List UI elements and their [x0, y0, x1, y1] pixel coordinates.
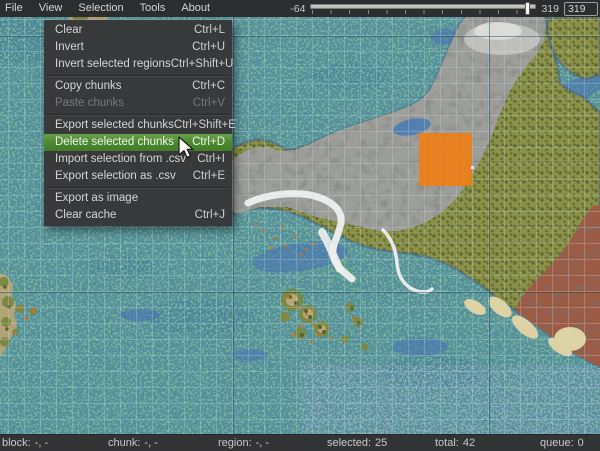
status-label: total:: [435, 437, 459, 449]
status-value: 25: [375, 437, 387, 449]
slider-thumb[interactable]: [525, 2, 530, 15]
status-value: 42: [463, 437, 475, 449]
menu-item-label: Import selection from .csv: [55, 151, 186, 168]
status-label: block:: [2, 437, 31, 449]
menu-item-invert[interactable]: Invert Ctrl+U: [44, 39, 232, 56]
menu-item-paste-chunks: Paste chunks Ctrl+V: [44, 95, 232, 112]
menu-separator: [45, 187, 231, 188]
menu-separator: [45, 114, 231, 115]
status-value: -, -: [35, 437, 48, 449]
menu-selection[interactable]: Selection: [70, 0, 131, 17]
map-marker: [471, 166, 474, 169]
status-label: selected:: [327, 437, 371, 449]
y-level-slider-group: -64 319: [290, 0, 598, 17]
selection-highlight[interactable]: [419, 133, 472, 186]
status-value: -, -: [144, 437, 157, 449]
menu-item-invert-selected-regions[interactable]: Invert selected regions Ctrl+Shift+U: [44, 56, 232, 73]
status-value: -, -: [256, 437, 269, 449]
menu-tools[interactable]: Tools: [132, 0, 174, 17]
slider-value-label: 319: [541, 3, 559, 15]
menu-item-shortcut: Ctrl+Shift+U: [171, 56, 234, 73]
menu-item-shortcut: Ctrl+D: [192, 134, 225, 151]
menu-item-export-selected-chunks[interactable]: Export selected chunks Ctrl+Shift+E: [44, 117, 232, 134]
menu-view[interactable]: View: [31, 0, 71, 17]
menu-item-shortcut: Ctrl+C: [192, 78, 225, 95]
menu-file[interactable]: File: [0, 0, 31, 17]
selection-dropdown-menu: Clear Ctrl+L Invert Ctrl+U Invert select…: [44, 20, 232, 226]
menu-item-shortcut: Ctrl+Shift+E: [174, 117, 236, 134]
menu-item-label: Export selection as .csv: [55, 168, 176, 185]
slider-ticks: [312, 10, 534, 14]
menu-item-clear[interactable]: Clear Ctrl+L: [44, 22, 232, 39]
status-chunk: chunk: -, -: [108, 435, 158, 451]
status-value: 0: [578, 437, 584, 449]
menu-item-label: Clear cache: [55, 207, 116, 224]
slider-min-label: -64: [290, 3, 305, 15]
menu-item-delete-selected-chunks[interactable]: Delete selected chunks Ctrl+D: [44, 134, 232, 151]
status-queue: queue: 0: [540, 435, 584, 451]
status-bar: block: -, - chunk: -, - region: -, - select…: [0, 434, 600, 451]
y-level-input[interactable]: [564, 2, 598, 16]
status-block: block: -, -: [2, 435, 48, 451]
status-total: total: 42: [435, 435, 475, 451]
menu-item-shortcut: Ctrl+U: [192, 39, 225, 56]
menu-item-shortcut: Ctrl+J: [195, 207, 225, 224]
status-label: region:: [218, 437, 252, 449]
status-label: queue:: [540, 437, 574, 449]
status-selected: selected: 25: [327, 435, 387, 451]
menu-item-label: Delete selected chunks: [55, 134, 174, 151]
menu-item-label: Invert selected regions: [55, 56, 171, 73]
menu-item-label: Export selected chunks: [55, 117, 174, 134]
status-label: chunk:: [108, 437, 140, 449]
menu-separator: [45, 75, 231, 76]
menu-item-label: Export as image: [55, 190, 138, 207]
menu-item-export-as-image[interactable]: Export as image: [44, 190, 232, 207]
menu-item-label: Paste chunks: [55, 95, 124, 112]
menu-item-shortcut: Ctrl+E: [193, 168, 225, 185]
menu-item-shortcut: Ctrl+I: [197, 151, 225, 168]
menu-item-label: Copy chunks: [55, 78, 121, 95]
menu-item-shortcut: Ctrl+L: [194, 22, 225, 39]
slider-track[interactable]: [310, 4, 536, 9]
menu-item-clear-cache[interactable]: Clear cache Ctrl+J: [44, 207, 232, 224]
menu-item-label: Clear: [55, 22, 82, 39]
status-region: region: -, -: [218, 435, 269, 451]
menu-item-import-selection-from-csv[interactable]: Import selection from .csv Ctrl+I: [44, 151, 232, 168]
menu-about[interactable]: About: [173, 0, 218, 17]
menu-item-label: Invert: [55, 39, 84, 56]
menu-item-shortcut: Ctrl+V: [193, 95, 225, 112]
menu-item-copy-chunks[interactable]: Copy chunks Ctrl+C: [44, 78, 232, 95]
y-level-slider[interactable]: [310, 0, 536, 17]
menu-item-export-selection-as-csv[interactable]: Export selection as .csv Ctrl+E: [44, 168, 232, 185]
app-window: File View Selection Tools About -64 319 …: [0, 0, 600, 451]
